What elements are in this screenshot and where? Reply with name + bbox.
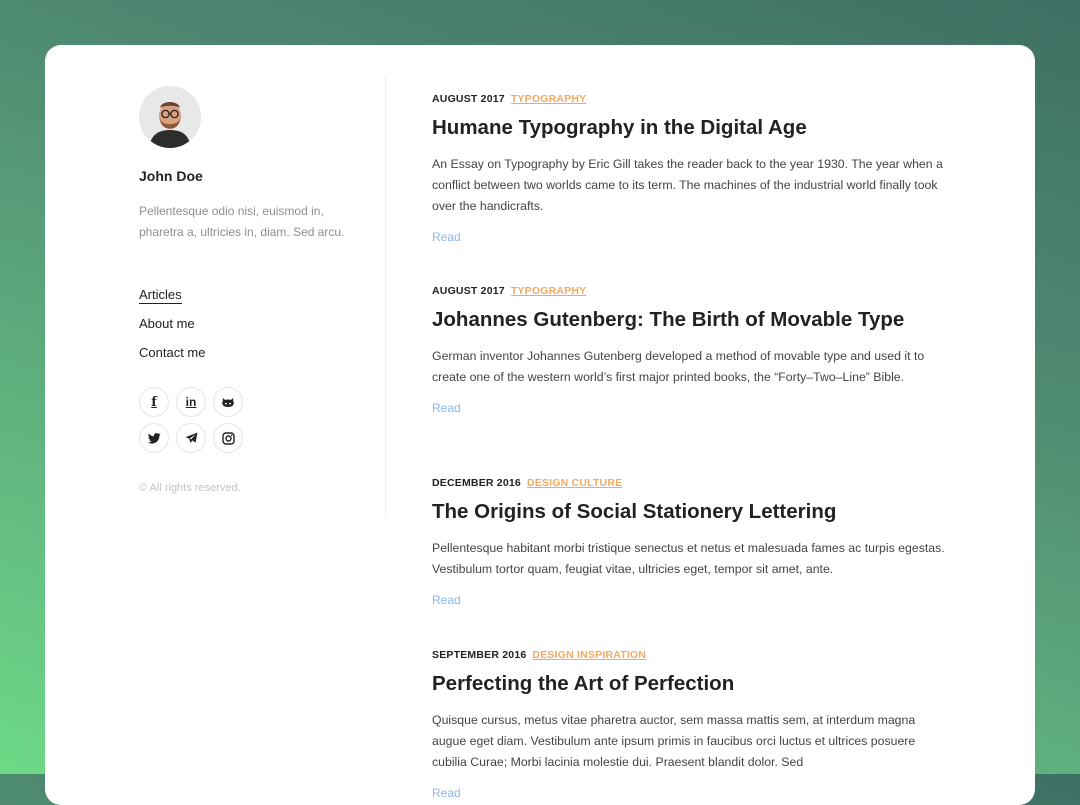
post-meta: AUGUST 2017 TYPOGRAPHY — [432, 92, 947, 106]
read-link[interactable]: Read — [432, 401, 461, 415]
telegram-icon — [185, 432, 197, 443]
instagram-icon — [221, 431, 235, 445]
post-excerpt: Quisque cursus, metus vitae pharetra auc… — [432, 713, 916, 769]
post-title[interactable]: Perfecting the Art of Perfection — [432, 672, 947, 696]
post-title[interactable]: Humane Typography in the Digital Age — [432, 116, 947, 140]
read-link[interactable]: Read — [432, 593, 461, 607]
nav-item-about[interactable]: About me — [139, 315, 205, 344]
nav-item-contact[interactable]: Contact me — [139, 344, 205, 373]
post-item: SEPTEMBER 2016 DESIGN INSPIRATION Perfect… — [432, 648, 947, 802]
post-meta: SEPTEMBER 2016 DESIGN INSPIRATION — [432, 648, 947, 662]
author-bio: Pellentesque odio nisi, euismod in, phar… — [139, 204, 345, 239]
post-category-link[interactable]: TYPOGRAPHY — [511, 93, 587, 105]
post-date: SEPTEMBER 2016 — [432, 649, 527, 661]
post-category-link[interactable]: DESIGN INSPIRATION — [532, 649, 646, 661]
post-meta: AUGUST 2017 TYPOGRAPHY — [432, 284, 947, 298]
nav-item-articles[interactable]: Articles — [139, 286, 205, 315]
post-excerpt: Pellentesque habitant morbi tristique se… — [432, 541, 945, 576]
post-item: AUGUST 2017 TYPOGRAPHY Humane Typography … — [432, 92, 947, 246]
facebook-icon: f — [151, 394, 157, 410]
post-title[interactable]: Johannes Gutenberg: The Birth of Movable… — [432, 308, 947, 332]
twitter-button[interactable] — [139, 423, 169, 453]
sidebar-nav: Articles About me Contact me — [139, 286, 205, 373]
post-meta: DECEMBER 2016 DESIGN CULTURE — [432, 476, 947, 490]
nav-item-label: About me — [139, 316, 195, 331]
github-button[interactable] — [213, 387, 243, 417]
post-date: AUGUST 2017 — [432, 285, 505, 297]
post-category-link[interactable]: TYPOGRAPHY — [511, 285, 587, 297]
read-link[interactable]: Read — [432, 230, 461, 244]
blog-card: John Doe Pellentesque odio nisi, euismod… — [45, 45, 1035, 805]
telegram-button[interactable] — [176, 423, 206, 453]
post-date: DECEMBER 2016 — [432, 477, 521, 489]
nav-item-label: Contact me — [139, 345, 206, 360]
post-item: DECEMBER 2016 DESIGN CULTURE The Origins … — [432, 476, 947, 609]
author-name: John Doe — [139, 168, 203, 184]
facebook-button[interactable]: f — [139, 387, 169, 417]
github-icon — [222, 398, 234, 407]
nav-item-label: Articles — [139, 287, 182, 304]
twitter-icon — [147, 432, 160, 444]
copyright-text: © All rights reserved. — [139, 482, 241, 494]
read-link[interactable]: Read — [432, 786, 461, 800]
post-excerpt: German inventor Johannes Gutenberg devel… — [432, 349, 925, 384]
post-title[interactable]: The Origins of Social Stationery Letteri… — [432, 500, 947, 524]
post-excerpt: An Essay on Typography by Eric Gill take… — [432, 157, 943, 213]
post-category-link[interactable]: DESIGN CULTURE — [527, 477, 622, 489]
linkedin-button[interactable]: in — [176, 387, 206, 417]
post-item: AUGUST 2017 TYPOGRAPHY Johannes Gutenberg… — [432, 284, 947, 417]
post-date: AUGUST 2017 — [432, 93, 505, 105]
sidebar-divider — [385, 77, 386, 517]
avatar — [139, 86, 201, 148]
avatar-image — [139, 86, 201, 148]
instagram-button[interactable] — [213, 423, 243, 453]
linkedin-icon: in — [185, 395, 197, 409]
